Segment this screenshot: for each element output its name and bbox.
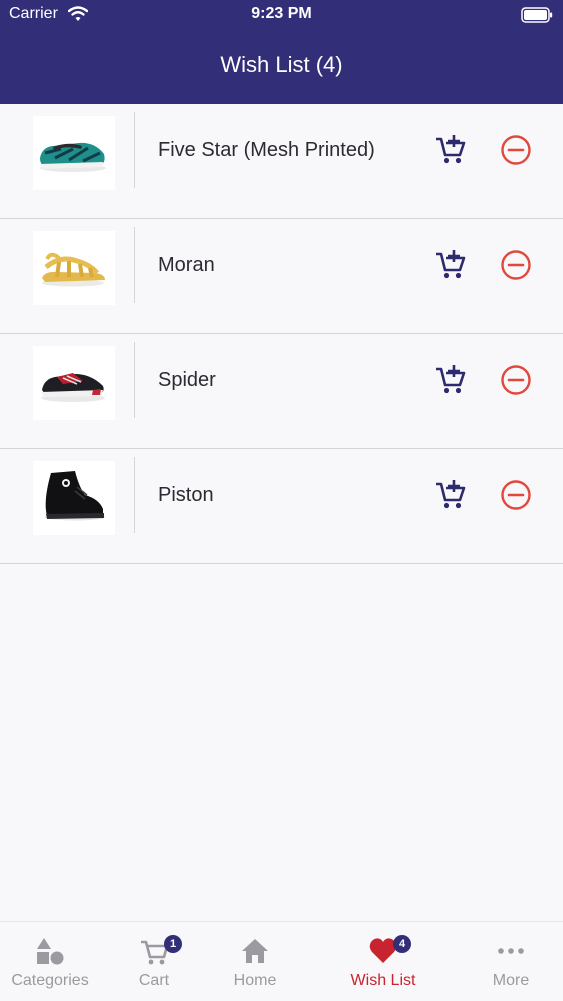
wishlist-row[interactable]: Moran — [0, 219, 563, 334]
remove-button[interactable] — [499, 133, 533, 167]
add-to-cart-button[interactable] — [433, 477, 467, 511]
wishlist-row[interactable]: Five Star (Mesh Printed) — [0, 104, 563, 219]
product-name[interactable]: Piston — [158, 484, 214, 507]
remove-circle-icon — [501, 365, 531, 395]
tab-cart[interactable]: 1 Cart — [98, 922, 210, 1001]
header-bar: Carrier 9:23 PM Wish List (4) — [0, 0, 563, 104]
cart-add-icon — [436, 135, 466, 164]
remove-circle-icon — [501, 135, 531, 165]
tab-wish-list[interactable]: 4 Wish List — [327, 922, 439, 1001]
tab-label: Categories — [11, 972, 89, 989]
product-name[interactable]: Moran — [158, 254, 215, 277]
row-divider — [134, 112, 135, 188]
status-bar: Carrier 9:23 PM — [0, 0, 563, 30]
remove-circle-icon — [501, 250, 531, 280]
product-thumbnail[interactable] — [33, 116, 115, 190]
product-name[interactable]: Five Star (Mesh Printed) — [158, 139, 375, 162]
remove-button[interactable] — [499, 478, 533, 512]
home-icon — [240, 936, 270, 966]
add-to-cart-button[interactable] — [433, 362, 467, 396]
cart-badge: 1 — [164, 935, 182, 953]
row-divider — [134, 342, 135, 418]
cart-add-icon — [436, 365, 466, 394]
status-time: 9:23 PM — [251, 5, 312, 22]
cart-add-icon — [436, 250, 466, 279]
more-dots-icon — [496, 936, 526, 966]
shapes-icon — [35, 936, 65, 966]
add-to-cart-button[interactable] — [433, 132, 467, 166]
add-to-cart-button[interactable] — [433, 247, 467, 281]
battery-icon — [521, 7, 553, 23]
tab-label: Home — [233, 972, 277, 989]
cart-add-icon — [436, 480, 466, 509]
wishlist-row[interactable]: Spider — [0, 334, 563, 449]
page-title: Wish List (4) — [220, 52, 343, 77]
tab-more[interactable]: More — [455, 922, 563, 1001]
row-divider — [134, 227, 135, 303]
product-thumbnail[interactable] — [33, 346, 115, 420]
tab-label: Wish List — [350, 972, 416, 989]
product-name[interactable]: Spider — [158, 369, 216, 392]
wishlist-badge: 4 — [393, 935, 411, 953]
remove-button[interactable] — [499, 248, 533, 282]
remove-circle-icon — [501, 480, 531, 510]
tab-home[interactable]: Home — [199, 922, 311, 1001]
product-thumbnail[interactable] — [33, 231, 115, 305]
tab-categories[interactable]: Categories — [0, 922, 106, 1001]
remove-button[interactable] — [499, 363, 533, 397]
tab-label: More — [492, 972, 530, 989]
wishlist-row[interactable]: Piston — [0, 449, 563, 564]
tab-label: Cart — [138, 972, 170, 989]
product-thumbnail[interactable] — [33, 461, 115, 535]
tab-bar: Categories 1 Cart Home 4 Wish List More — [0, 921, 563, 1001]
row-divider — [134, 457, 135, 533]
wishlist-list: Five Star (Mesh Printed) Moran Spider Pi… — [0, 104, 563, 564]
